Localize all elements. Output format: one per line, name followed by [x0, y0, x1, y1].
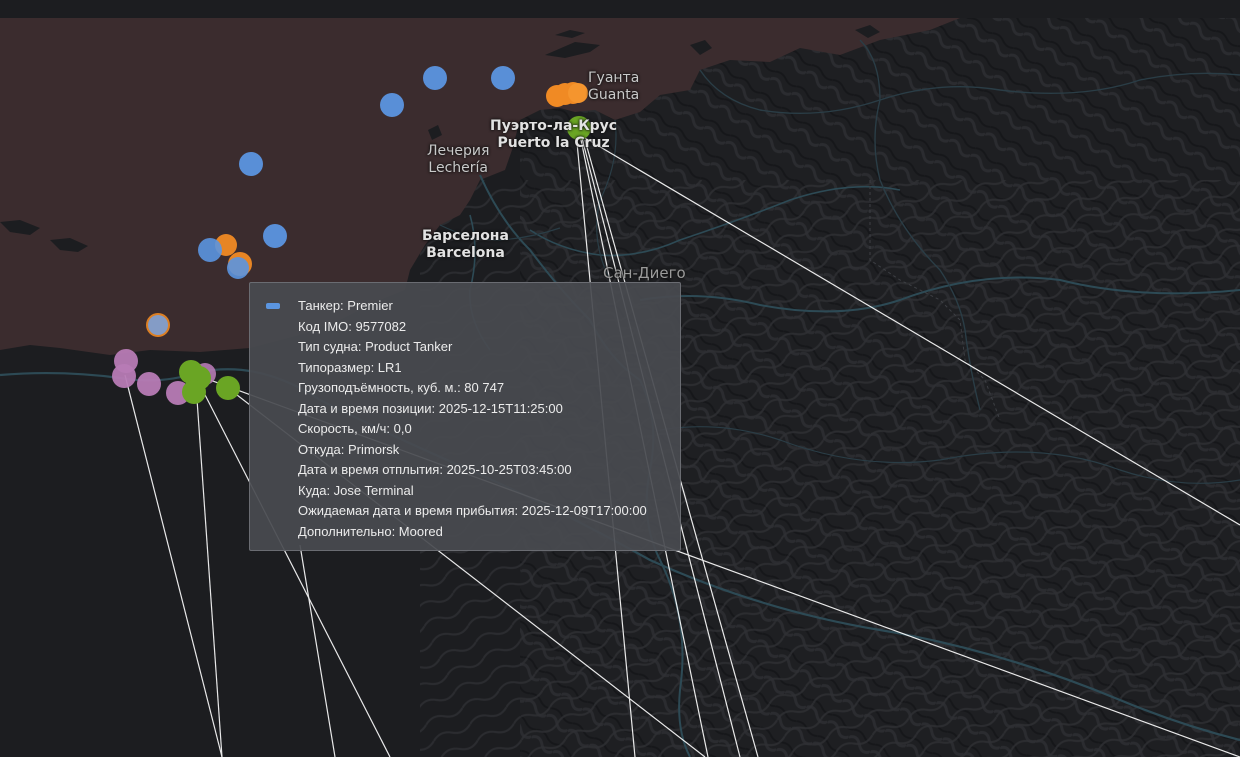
tooltip-row-eta: Ожидаемая дата и время прибытия: 2025-12…: [298, 503, 647, 518]
place-label-san-diego-ru: Сан-Диего: [603, 264, 686, 282]
tooltip-row-speed: Скорость, км/ч: 0,0: [298, 421, 412, 436]
vessel-marker-purple[interactable]: [137, 372, 161, 396]
tooltip-row-additional: Дополнительно: Moored: [298, 523, 443, 539]
vessel-info-tooltip: Танкер: Premier Код IMO: 9577082 Тип суд…: [249, 282, 681, 551]
place-label-puerto-la-cruz-en: Puerto la Cruz: [497, 135, 610, 151]
vessel-marker-green[interactable]: [216, 376, 240, 400]
tooltip-row-vessel-type: Тип судна: Product Tanker: [298, 339, 453, 354]
vessel-marker-tanker[interactable]: [380, 93, 404, 117]
vessel-color-marker: [266, 303, 280, 309]
vessel-marker-orange[interactable]: [568, 83, 588, 103]
vessel-marker-tanker[interactable]: [263, 224, 287, 248]
vessel-marker-green[interactable]: [182, 380, 206, 404]
place-label-guanta-ru: Гуанта: [588, 70, 640, 86]
tooltip-row-origin: Откуда: Primorsk: [298, 441, 400, 457]
vessel-marker-tanker[interactable]: [491, 66, 515, 90]
vessel-marker-tanker[interactable]: [227, 257, 249, 279]
vessel-marker-tanker[interactable]: [148, 315, 168, 335]
tooltip-row-departure-time: Дата и время отплытия: 2025-10-25T03:45:…: [298, 462, 572, 477]
vessel-marker-tanker[interactable]: [198, 238, 222, 262]
vessel-marker-purple[interactable]: [112, 364, 136, 388]
tooltip-row-destination: Куда: Jose Terminal: [298, 482, 414, 498]
tooltip-row-vessel-name: Танкер: Premier: [298, 298, 393, 313]
place-label-puerto-la-cruz-ru: Пуэрто-ла-Крус: [490, 118, 618, 134]
tooltip-row-imo: Код IMO: 9577082: [298, 318, 407, 334]
place-label-barcelona-en: Barcelona: [426, 245, 505, 261]
tooltip-row-capacity: Грузоподъёмность, куб. м.: 80 747: [298, 380, 505, 395]
place-label-guanta-en: Guanta: [588, 87, 640, 103]
place-label-barcelona-ru: Барселона: [422, 228, 509, 244]
place-label-lecheria-en: Lechería: [428, 160, 488, 176]
place-label-puerto-la-cruz: Пуэрто-ла-Крус Puerto la Cruz: [490, 118, 617, 152]
place-label-guanta: Гуанта Guanta: [588, 70, 639, 104]
tooltip-row-size-class: Типоразмер: LR1: [298, 359, 402, 375]
place-label-barcelona: Барселона Barcelona: [422, 228, 509, 262]
vessel-marker-tanker[interactable]: [239, 152, 263, 176]
place-label-san-diego: Сан-Диего: [603, 265, 686, 282]
place-label-lecheria: Лечерия Lechería: [427, 143, 489, 177]
tooltip-row-position-time: Дата и время позиции: 2025-12-15T11:25:0…: [298, 400, 563, 416]
place-label-lecheria-ru: Лечерия: [427, 143, 490, 159]
vessel-marker-tanker[interactable]: [423, 66, 447, 90]
